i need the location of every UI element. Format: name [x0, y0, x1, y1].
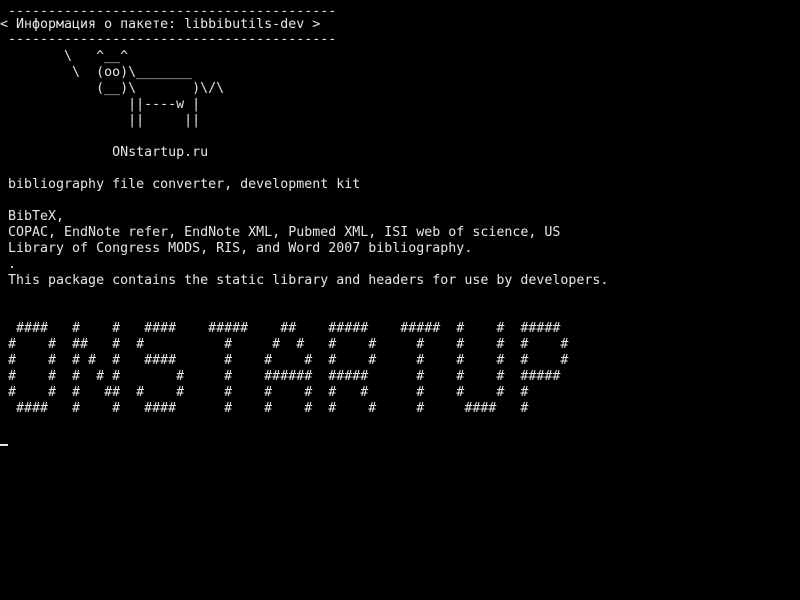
cow-line: ||----w |	[0, 97, 201, 112]
banner-line: # # # ## # # # # # # # # # # #	[0, 385, 529, 400]
cow-line: \ (oo)\_______	[0, 65, 193, 80]
site-name: ONstartup.ru	[0, 145, 209, 160]
banner-line: # # # # # # # ###### ##### # # # #####	[0, 369, 561, 384]
bubble-bottom-border: ----------------------------------------…	[0, 32, 337, 47]
banner-line: #### # # #### # # # # # # #### #	[0, 401, 529, 416]
description-line: This package contains the static library…	[0, 273, 609, 288]
cow-line: (__)\ )\/\	[0, 81, 225, 96]
description-line: .	[0, 257, 17, 272]
banner-line: #### # # #### ##### ## ##### ##### # # #…	[0, 321, 561, 336]
description-line: Library of Congress MODS, RIS, and Word …	[0, 241, 473, 256]
description-line: COPAC, EndNote refer, EndNote XML, Pubme…	[0, 225, 561, 240]
cow-line: || ||	[0, 113, 201, 128]
text-cursor	[0, 444, 8, 446]
cow-line: \ ^__^	[0, 49, 129, 64]
terminal-screen: ----------------------------------------…	[0, 0, 800, 600]
banner-line: # # # # # #### # # # # # # # # # #	[0, 353, 569, 368]
description-line: BibTeX,	[0, 209, 65, 224]
package-summary: bibliography file converter, development…	[0, 177, 361, 192]
banner-line: # # ## # # # # # # # # # # # #	[0, 337, 569, 352]
package-info-title: < Информация о пакете: libbibutils-dev >	[0, 17, 321, 32]
